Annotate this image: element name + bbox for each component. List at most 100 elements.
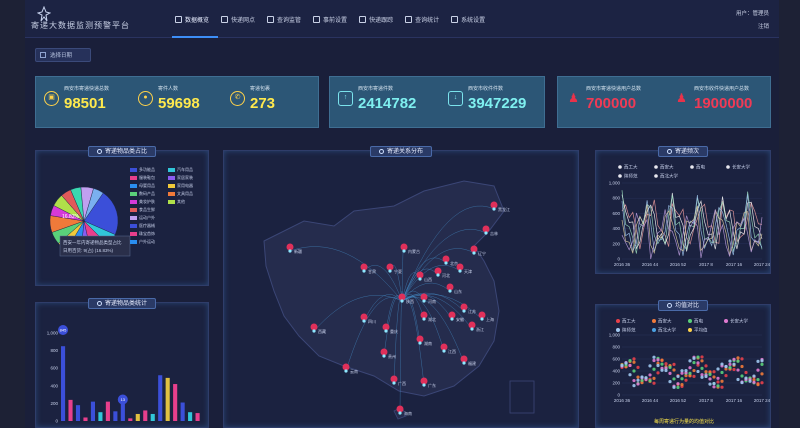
legend-label[interactable]: 西工大 — [622, 318, 636, 325]
bar[interactable] — [113, 411, 118, 421]
mean-scatter-point[interactable] — [624, 361, 628, 365]
bar[interactable] — [68, 399, 73, 421]
mean-scatter-point[interactable] — [692, 360, 696, 365]
legend-label[interactable]: 长安大学 — [732, 164, 750, 171]
mean-scatter-point[interactable] — [660, 368, 664, 372]
mean-scatter-point[interactable] — [692, 368, 696, 373]
mean-scatter-point[interactable] — [648, 379, 652, 383]
mean-scatter-point[interactable] — [760, 362, 764, 367]
legend-label[interactable]: 西北大学 — [658, 327, 676, 334]
legend-label[interactable]: 陕师范 — [624, 173, 638, 180]
nav-item-outlets[interactable]: 快递网点 — [221, 12, 255, 26]
pie-legend-item[interactable]: 珠宝首饰 — [130, 231, 168, 237]
mean-scatter-point[interactable] — [636, 365, 640, 369]
nav-item-supervision[interactable]: 查询监管 — [267, 12, 301, 26]
mean-scatter-point[interactable] — [672, 377, 676, 381]
mean-scatter-point[interactable] — [632, 384, 636, 388]
date-picker-button[interactable]: 选择日期 — [35, 48, 91, 62]
pie-legend-item[interactable]: 其他 — [168, 199, 202, 205]
mean-scatter-point[interactable] — [740, 380, 744, 385]
mean-scatter-point[interactable] — [728, 366, 732, 370]
mean-scatter-point[interactable] — [664, 362, 668, 366]
mean-scatter-point[interactable] — [732, 357, 736, 361]
mean-scatter-point[interactable] — [736, 368, 740, 372]
mean-scatter-point[interactable] — [740, 374, 744, 378]
nav-item-tracking[interactable]: 快递跟踪 — [359, 12, 393, 26]
bar[interactable] — [188, 412, 193, 421]
bar[interactable] — [143, 410, 148, 421]
mean-scatter-point[interactable] — [676, 382, 680, 386]
bar[interactable] — [120, 402, 125, 421]
mean-scatter-point[interactable] — [644, 376, 648, 380]
mean-scatter-point[interactable] — [632, 357, 636, 361]
legend-label[interactable]: 西安大 — [660, 164, 674, 171]
mean-scatter-point[interactable] — [756, 383, 760, 387]
mean-scatter-point[interactable] — [636, 378, 640, 382]
nav-item-overview[interactable]: 数据概览 — [175, 12, 209, 26]
mean-scatter-point[interactable] — [720, 370, 724, 375]
mean-scatter-point[interactable] — [688, 371, 692, 375]
mean-scatter-point[interactable] — [724, 374, 728, 378]
mean-scatter-point[interactable] — [672, 362, 676, 366]
mean-scatter-point[interactable] — [672, 368, 676, 372]
legend-label[interactable]: 西安大 — [658, 318, 672, 325]
mean-scatter-point[interactable] — [760, 381, 764, 385]
nav-item-presets[interactable]: 事前设置 — [313, 12, 347, 26]
mean-scatter-point[interactable] — [720, 379, 724, 383]
mean-scatter-point[interactable] — [756, 368, 760, 372]
mean-scatter-point[interactable] — [632, 378, 636, 383]
bar[interactable] — [180, 402, 185, 421]
bar[interactable] — [128, 418, 133, 421]
mean-scatter-point[interactable] — [684, 378, 688, 382]
mean-scatter-point[interactable] — [720, 385, 724, 389]
mean-scatter-point[interactable] — [664, 368, 668, 373]
pie-legend-item[interactable]: 运动户外 — [130, 215, 168, 221]
mean-scatter-point[interactable] — [704, 370, 708, 374]
mean-scatter-point[interactable] — [700, 355, 704, 359]
mean-scatter-point[interactable] — [716, 376, 720, 380]
mean-scatter-point[interactable] — [760, 372, 764, 376]
mean-scatter-point[interactable] — [636, 382, 640, 386]
bar[interactable] — [165, 377, 170, 421]
legend-label[interactable]: 西电 — [696, 164, 705, 171]
pie-legend-item[interactable]: 医疗器械 — [130, 223, 168, 229]
mean-scatter-point[interactable] — [696, 355, 700, 359]
mean-scatter-point[interactable] — [696, 361, 700, 365]
mean-scatter-point[interactable] — [696, 369, 700, 374]
mean-scatter-point[interactable] — [756, 378, 760, 382]
mean-scatter-point[interactable] — [656, 363, 660, 368]
mean-scatter-point[interactable] — [648, 373, 652, 377]
mean-scatter-point[interactable] — [652, 367, 656, 371]
mean-scatter-point[interactable] — [736, 356, 740, 360]
pie-legend-item[interactable]: 户外运动 — [130, 239, 168, 245]
mean-scatter-point[interactable] — [640, 375, 644, 379]
legend-label[interactable]: 陕师范 — [622, 327, 636, 334]
bar[interactable] — [150, 413, 155, 421]
mean-scatter-point[interactable] — [740, 364, 744, 369]
mean-scatter-point[interactable] — [752, 374, 756, 378]
pie-legend-item[interactable] — [168, 239, 202, 245]
pie-legend-item[interactable] — [168, 207, 202, 213]
mean-scatter-point[interactable] — [720, 362, 724, 366]
mean-scatter-point[interactable] — [648, 364, 652, 368]
mean-scatter-point[interactable] — [628, 363, 632, 368]
mean-scatter-point[interactable] — [732, 367, 736, 372]
bar[interactable] — [83, 417, 88, 421]
pie-legend-item[interactable]: 美妆护肤 — [130, 199, 168, 205]
bar[interactable] — [61, 346, 66, 421]
mean-scatter-point[interactable] — [692, 356, 696, 360]
mean-scatter-point[interactable] — [712, 370, 716, 374]
mean-scatter-point[interactable] — [756, 359, 760, 363]
mean-scatter-point[interactable] — [692, 374, 696, 378]
mean-scatter-point[interactable] — [684, 368, 688, 373]
pie-legend-item[interactable] — [168, 215, 202, 221]
mean-scatter-point[interactable] — [728, 359, 732, 363]
mean-scatter-point[interactable] — [712, 385, 716, 389]
mean-scatter-point[interactable] — [716, 384, 720, 388]
logout-link[interactable]: 注销 — [736, 21, 769, 34]
mean-scatter-point[interactable] — [744, 370, 748, 375]
mean-scatter-point[interactable] — [712, 381, 716, 386]
mean-scatter-point[interactable] — [668, 365, 672, 369]
mean-scatter-point[interactable] — [628, 373, 632, 377]
mean-scatter-point[interactable] — [748, 379, 752, 383]
